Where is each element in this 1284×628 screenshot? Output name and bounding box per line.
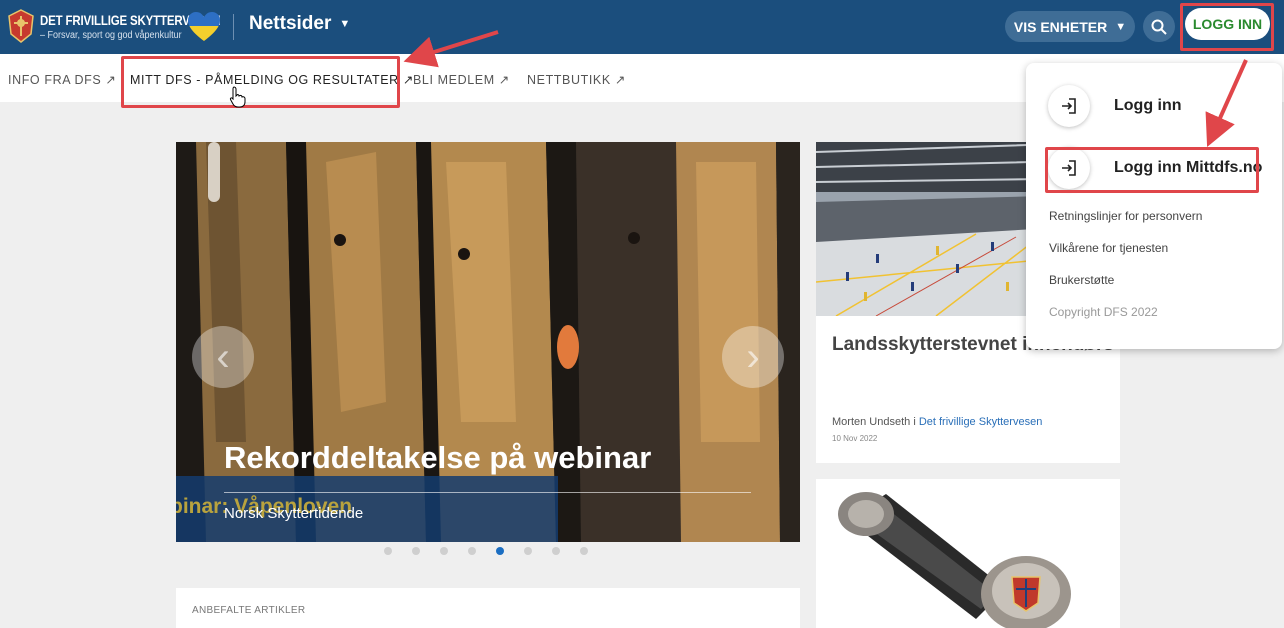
login-dropdown: Logg inn Logg inn Mittdfs.no Retningslin… xyxy=(1026,63,1282,349)
slider-dot[interactable] xyxy=(580,547,588,555)
hero-subtitle: Norsk Skyttertidende xyxy=(224,505,364,522)
chevron-right-icon: › xyxy=(746,334,760,379)
login-highlight-box xyxy=(1180,3,1274,51)
slider-dot[interactable] xyxy=(468,547,476,555)
slider-dot[interactable] xyxy=(440,547,448,555)
nettsider-label: Nettsider xyxy=(249,13,332,34)
hand-cursor-icon xyxy=(229,86,246,108)
recommended-label: ANBEFALTE ARTIKLER xyxy=(192,605,306,616)
card-author-link[interactable]: Det frivillige Skyttervesen xyxy=(919,416,1043,428)
dropdown-logg-inn[interactable]: Logg inn xyxy=(1048,85,1182,127)
slider-dot[interactable] xyxy=(552,547,560,555)
chevron-down-icon: ▼ xyxy=(1115,20,1127,33)
link-vilkar[interactable]: Vilkårene for tjenesten xyxy=(1049,241,1168,255)
mittdfs-highlight-box xyxy=(1045,147,1259,193)
copyright: Copyright DFS 2022 xyxy=(1049,305,1158,319)
hero-slider[interactable]: binar: Våpenloven ‹ › Rekorddeltakelse p… xyxy=(176,142,800,542)
logo-tagline: – Forsvar, sport og god våpenkultur xyxy=(40,30,182,41)
ukraine-heart-icon xyxy=(188,12,220,41)
article-card-2[interactable] xyxy=(816,479,1120,628)
link-brukerstotte[interactable]: Brukerstøtte xyxy=(1049,273,1114,287)
header-divider xyxy=(233,14,234,40)
dfs-crest-icon[interactable] xyxy=(6,8,36,44)
nav-bli-medlem[interactable]: BLI MEDLEM ↗ xyxy=(413,72,510,87)
slider-dot[interactable] xyxy=(524,547,532,555)
search-button[interactable] xyxy=(1143,11,1175,42)
slider-dot[interactable] xyxy=(412,547,420,555)
login-icon xyxy=(1048,85,1090,127)
trophy-handle-image xyxy=(816,479,1120,628)
vis-enheter-label: VIS ENHETER xyxy=(1013,18,1108,35)
slider-dot[interactable] xyxy=(384,547,392,555)
link-personvern[interactable]: Retningslinjer for personvern xyxy=(1049,209,1202,223)
top-bar: DET FRIVILLIGE SKYTTERVESEN – Forsvar, s… xyxy=(0,0,1284,54)
search-icon xyxy=(1151,19,1167,35)
hero-title[interactable]: Rekorddeltakelse på webinar xyxy=(224,440,651,476)
slider-dot[interactable] xyxy=(496,547,504,555)
card-author-name: Morten Undseth i xyxy=(832,416,919,428)
nettsider-menu[interactable]: Nettsider ▼ xyxy=(249,13,350,35)
hero-next-button[interactable]: › xyxy=(722,326,784,388)
hero-prev-button[interactable]: ‹ xyxy=(192,326,254,388)
dropdown-logg-inn-label: Logg inn xyxy=(1114,97,1182,114)
hero-divider xyxy=(224,492,751,493)
slider-dots xyxy=(384,547,588,555)
chevron-down-icon: ▼ xyxy=(339,18,351,30)
nav-nettbutikk[interactable]: NETTBUTIKK ↗ xyxy=(527,72,626,87)
card-date: 10 Nov 2022 xyxy=(832,434,878,443)
mitt-dfs-highlight-box xyxy=(121,56,400,108)
vis-enheter-button[interactable]: VIS ENHETER ▼ xyxy=(1005,11,1135,42)
recommended-section: ANBEFALTE ARTIKLER xyxy=(176,588,800,628)
chevron-left-icon: ‹ xyxy=(216,334,230,379)
nav-info-fra-dfs[interactable]: INFO FRA DFS ↗ xyxy=(8,72,116,87)
card-author: Morten Undseth i Det frivillige Skytterv… xyxy=(832,416,1042,428)
